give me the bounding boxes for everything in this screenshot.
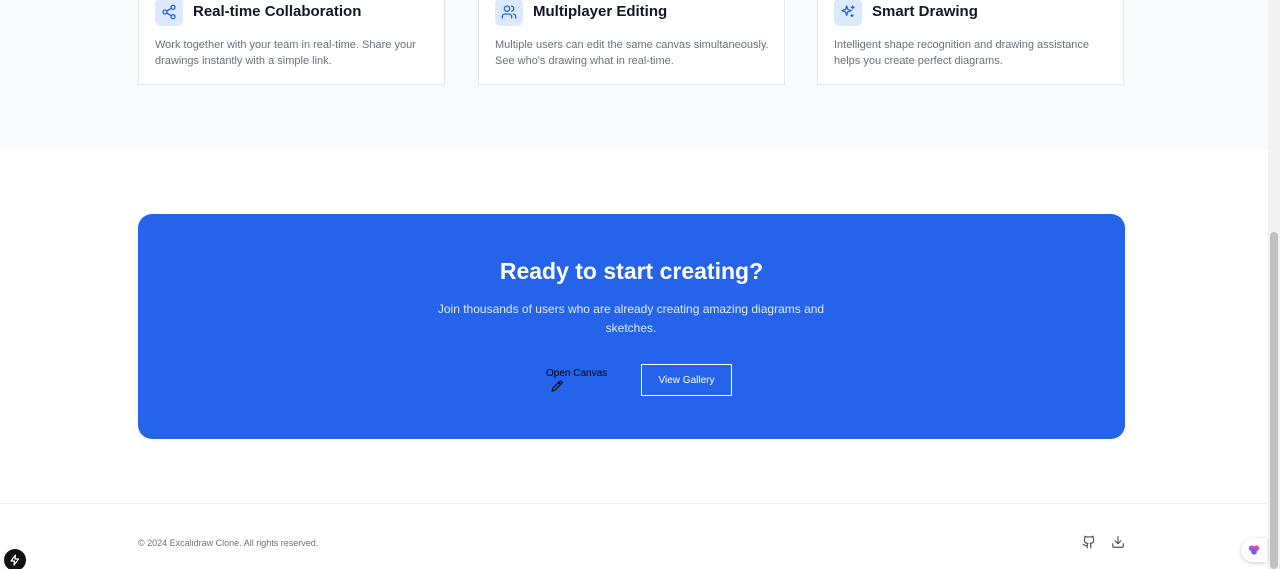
feature-title: Multiplayer Editing: [533, 3, 668, 20]
feature-card-smart-drawing: Smart Drawing Intelligent shape recognit…: [817, 0, 1124, 85]
feature-description: Multiple users can edit the same canvas …: [495, 39, 769, 67]
feature-description: Work together with your team in real-tim…: [155, 39, 416, 67]
copyright-text: © 2024 Excalidraw Clone. All rights rese…: [138, 538, 319, 548]
view-gallery-button[interactable]: View Gallery: [641, 364, 732, 396]
sparkles-icon: [834, 0, 862, 26]
open-canvas-button[interactable]: Open Canvas: [540, 364, 620, 398]
github-icon[interactable]: [1082, 535, 1096, 549]
pencil-icon: [551, 380, 563, 392]
cta-banner: Ready to start creating? Join thousands …: [138, 214, 1125, 439]
feature-card-multiplayer: Multiplayer Editing Multiple users can e…: [478, 0, 785, 85]
share-icon: [155, 0, 183, 26]
scrollbar-thumb[interactable]: [1270, 232, 1278, 569]
feature-description: Intelligent shape recognition and drawin…: [834, 39, 1089, 67]
lightning-icon[interactable]: [4, 549, 26, 569]
features-section: Real-time Collaboration Work together wi…: [0, 0, 1268, 150]
footer-divider: [0, 503, 1268, 504]
feature-title: Real-time Collaboration: [193, 3, 362, 20]
landing-page: Real-time Collaboration Work together wi…: [0, 0, 1268, 569]
assistant-icon[interactable]: [1241, 538, 1267, 562]
cta-subtext: Join thousands of users who are already …: [437, 302, 825, 335]
download-icon[interactable]: [1111, 535, 1125, 549]
feature-card-collaboration: Real-time Collaboration Work together wi…: [138, 0, 445, 85]
cta-heading: Ready to start creating?: [499, 258, 764, 284]
feature-title: Smart Drawing: [872, 3, 978, 20]
users-icon: [495, 0, 523, 26]
vertical-scrollbar[interactable]: [1268, 0, 1280, 569]
open-canvas-label: Open Canvas: [546, 368, 608, 379]
